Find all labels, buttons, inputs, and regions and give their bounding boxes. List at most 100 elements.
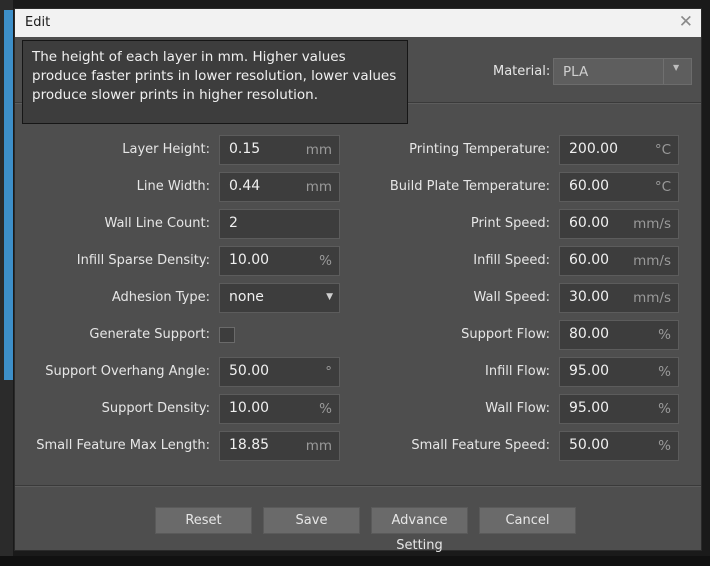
infill-flow-label: Infill Flow: [485,364,550,379]
build-plate-temperature-unit: °C [654,179,671,195]
infill-sparse-density-input[interactable]: 10.00 % [219,246,340,276]
edit-dialog: Edit ✕ Material: PLA ▼ Layer Height: 0.1… [14,8,702,553]
wall-line-count-input[interactable]: 2 [219,209,340,239]
line-width-value: 0.44 [229,178,261,194]
generate-support-checkbox[interactable] [219,327,235,343]
wall-speed-unit: mm/s [633,290,671,306]
save-button[interactable]: Save [263,507,360,534]
small-feature-speed-label: Small Feature Speed: [411,438,550,453]
row-wall-speed: Wall Speed: 30.00 mm/s [350,283,680,313]
chevron-down-icon: ▼ [326,292,333,302]
layer-height-tooltip: The height of each layer in mm. Higher v… [22,40,408,124]
row-infill-sparse-density: Infill Sparse Density: 10.00 % [15,246,340,276]
infill-speed-unit: mm/s [633,253,671,269]
printing-temperature-unit: °C [654,142,671,158]
support-flow-input[interactable]: 80.00 % [559,320,679,350]
printing-temperature-input[interactable]: 200.00 °C [559,135,679,165]
small-feature-max-length-label: Small Feature Max Length: [36,438,210,453]
support-density-unit: % [319,401,332,417]
wall-line-count-value: 2 [229,215,238,231]
small-feature-speed-input[interactable]: 50.00 % [559,431,679,461]
small-feature-speed-unit: % [658,438,671,454]
wall-speed-value: 30.00 [569,289,610,305]
wall-speed-label: Wall Speed: [473,290,550,305]
adhesion-type-select[interactable]: none ▼ [219,283,340,313]
row-support-flow: Support Flow: 80.00 % [350,320,680,350]
divider-bottom-highlight [15,486,701,487]
infill-flow-input[interactable]: 95.00 % [559,357,679,387]
row-support-density: Support Density: 10.00 % [15,394,340,424]
layer-height-unit: mm [305,142,332,158]
material-dropdown-button[interactable]: ▼ [663,59,691,84]
support-flow-value: 80.00 [569,326,610,342]
support-flow-unit: % [658,327,671,343]
material-value: PLA [563,64,589,80]
chevron-down-icon: ▼ [673,63,680,72]
infill-sparse-density-unit: % [319,253,332,269]
adhesion-type-label: Adhesion Type: [111,290,210,305]
support-overhang-angle-label: Support Overhang Angle: [45,364,210,379]
support-density-value: 10.00 [229,400,270,416]
wall-speed-input[interactable]: 30.00 mm/s [559,283,679,313]
row-line-width: Line Width: 0.44 mm [15,172,340,202]
row-small-feature-speed: Small Feature Speed: 50.00 % [350,431,680,461]
row-layer-height: Layer Height: 0.15 mm [15,135,340,165]
row-print-speed: Print Speed: 60.00 mm/s [350,209,680,239]
infill-sparse-density-label: Infill Sparse Density: [76,253,210,268]
layer-height-input[interactable]: 0.15 mm [219,135,340,165]
small-feature-speed-value: 50.00 [569,437,610,453]
support-overhang-angle-unit: ° [325,364,332,380]
print-speed-label: Print Speed: [470,216,550,231]
support-density-label: Support Density: [101,401,210,416]
infill-speed-input[interactable]: 60.00 mm/s [559,246,679,276]
support-flow-label: Support Flow: [461,327,550,342]
infill-flow-unit: % [658,364,671,380]
reset-button[interactable]: Reset [155,507,252,534]
wall-flow-input[interactable]: 95.00 % [559,394,679,424]
printing-temperature-value: 200.00 [569,141,618,157]
infill-speed-value: 60.00 [569,252,610,268]
wall-flow-value: 95.00 [569,400,610,416]
support-density-input[interactable]: 10.00 % [219,394,340,424]
support-overhang-angle-value: 50.00 [229,363,270,379]
row-generate-support: Generate Support: [15,320,340,350]
generate-support-label: Generate Support: [89,327,210,342]
row-small-feature-max-length: Small Feature Max Length: 18.85 mm [15,431,340,461]
row-support-overhang-angle: Support Overhang Angle: 50.00 ° [15,357,340,387]
close-icon[interactable]: ✕ [679,12,693,32]
infill-sparse-density-value: 10.00 [229,252,270,268]
build-plate-temperature-label: Build Plate Temperature: [389,179,550,194]
small-feature-max-length-unit: mm [305,438,332,454]
row-infill-flow: Infill Flow: 95.00 % [350,357,680,387]
build-plate-temperature-input[interactable]: 60.00 °C [559,172,679,202]
background-app-edge [0,0,13,566]
line-width-unit: mm [305,179,332,195]
printing-temperature-label: Printing Temperature: [409,142,550,157]
wall-flow-label: Wall Flow: [485,401,550,416]
print-speed-value: 60.00 [569,215,610,231]
background-accent-bar [4,10,13,380]
dialog-titlebar: Edit ✕ [15,9,701,37]
layer-height-value: 0.15 [229,141,261,157]
row-adhesion-type: Adhesion Type: none ▼ [15,283,340,313]
row-infill-speed: Infill Speed: 60.00 mm/s [350,246,680,276]
layer-height-label: Layer Height: [122,142,210,157]
cancel-button[interactable]: Cancel [479,507,576,534]
print-speed-unit: mm/s [633,216,671,232]
small-feature-max-length-value: 18.85 [229,437,270,453]
row-build-plate-temperature: Build Plate Temperature: 60.00 °C [350,172,680,202]
infill-flow-value: 95.00 [569,363,610,379]
row-wall-flow: Wall Flow: 95.00 % [350,394,680,424]
support-overhang-angle-input[interactable]: 50.00 ° [219,357,340,387]
line-width-label: Line Width: [136,179,210,194]
material-select[interactable]: PLA ▼ [553,58,692,85]
dialog-title: Edit [25,15,51,30]
line-width-input[interactable]: 0.44 mm [219,172,340,202]
advance-setting-button[interactable]: Advance Setting [371,507,468,553]
material-label: Material: [493,64,551,79]
row-printing-temperature: Printing Temperature: 200.00 °C [350,135,680,165]
row-wall-line-count: Wall Line Count: 2 [15,209,340,239]
print-speed-input[interactable]: 60.00 mm/s [559,209,679,239]
small-feature-max-length-input[interactable]: 18.85 mm [219,431,340,461]
background-bottom [0,556,710,566]
